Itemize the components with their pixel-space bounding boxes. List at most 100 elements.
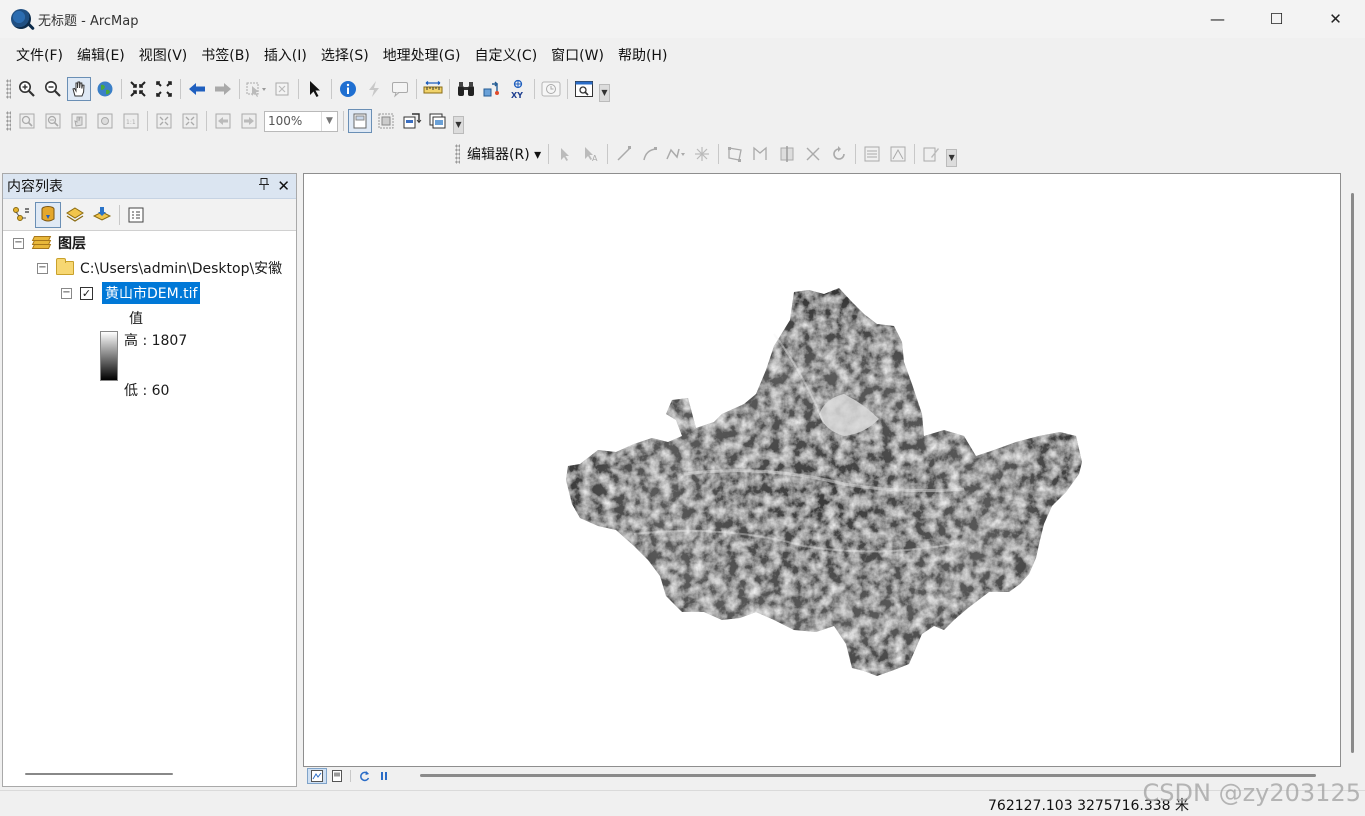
rotate-tool-icon[interactable] — [827, 142, 851, 166]
zoom-100-icon[interactable]: 1:1 — [119, 109, 143, 133]
separator — [298, 79, 299, 99]
fixed-zoom-in-icon[interactable] — [126, 77, 150, 101]
back-arrow-icon[interactable] — [185, 77, 209, 101]
fixed-zoom-out-icon[interactable] — [152, 77, 176, 101]
close-button[interactable]: ✕ — [1306, 0, 1365, 38]
collapse-icon[interactable]: − — [37, 262, 48, 274]
menu-windows[interactable]: 窗口(W) — [544, 43, 611, 69]
identify-icon[interactable] — [336, 77, 360, 101]
select-elements-icon[interactable] — [303, 77, 327, 101]
zoom-in-icon[interactable] — [15, 77, 39, 101]
scroll-thumb[interactable] — [1351, 193, 1354, 753]
menu-view[interactable]: 视图(V) — [132, 43, 195, 69]
layout-toolbar: 1:1 100% ▼ ▼ — [0, 107, 464, 135]
map-horizontal-scrollbar[interactable] — [420, 774, 1316, 777]
layout-zoom-select[interactable]: 100% ▼ — [264, 110, 338, 132]
cut-polygons-icon[interactable] — [775, 142, 799, 166]
edit-vertices-icon[interactable] — [723, 142, 747, 166]
layout-back-icon[interactable] — [211, 109, 235, 133]
minimize-button[interactable]: — — [1188, 0, 1247, 38]
menu-bookmarks[interactable]: 书签(B) — [194, 43, 257, 69]
menu-geoprocessing[interactable]: 地理处理(G) — [376, 43, 468, 69]
pan-hand-icon[interactable] — [67, 77, 91, 101]
straight-segment-icon[interactable] — [612, 142, 636, 166]
separator — [416, 79, 417, 99]
toc-options-icon[interactable] — [123, 202, 149, 228]
fixed-zoom-in-layout-icon[interactable] — [152, 109, 176, 133]
attributes-icon[interactable] — [860, 142, 884, 166]
trace-icon[interactable] — [664, 142, 688, 166]
refresh-icon[interactable] — [354, 768, 374, 784]
layout-zoom-in-icon[interactable] — [15, 109, 39, 133]
data-view-icon[interactable] — [307, 768, 327, 784]
map-vertical-scrollbar[interactable] — [1343, 173, 1363, 767]
pause-drawing-icon[interactable] — [374, 768, 394, 784]
menu-edit[interactable]: 编辑(E) — [70, 43, 132, 69]
map-display[interactable] — [303, 173, 1341, 767]
fixed-zoom-out-layout-icon[interactable] — [178, 109, 202, 133]
window-title: 无标题 - ArcMap — [38, 13, 139, 29]
layout-forward-icon[interactable] — [237, 109, 261, 133]
point-icon[interactable] — [690, 142, 714, 166]
end-point-arc-icon[interactable] — [638, 142, 662, 166]
tree-row-layers[interactable]: − 图层 — [13, 232, 86, 254]
chevron-down-icon[interactable]: ▼ — [321, 111, 337, 131]
create-features-icon[interactable] — [919, 142, 943, 166]
list-by-visibility-icon[interactable] — [62, 202, 88, 228]
layout-zoom-out-icon[interactable] — [41, 109, 65, 133]
layer-name-label[interactable]: 黄山市DEM.tif — [102, 282, 201, 304]
close-icon[interactable]: ✕ — [277, 177, 290, 195]
reshape-feature-icon[interactable] — [749, 142, 773, 166]
measure-icon[interactable] — [421, 77, 445, 101]
find-binoculars-icon[interactable] — [454, 77, 478, 101]
pin-icon[interactable] — [259, 178, 270, 194]
change-layout-icon[interactable] — [400, 109, 424, 133]
forward-arrow-icon[interactable] — [211, 77, 235, 101]
find-route-icon[interactable] — [480, 77, 504, 101]
globe-icon[interactable] — [93, 77, 117, 101]
separator — [548, 144, 550, 164]
edit-annotation-icon[interactable]: A — [579, 142, 603, 166]
create-viewer-window-icon[interactable] — [572, 77, 596, 101]
list-by-drawing-order-icon[interactable] — [8, 202, 34, 228]
tree-row-layer[interactable]: − ✓ 黄山市DEM.tif — [61, 282, 201, 304]
go-to-xy-icon[interactable]: XY — [506, 77, 530, 101]
tree-row-folder[interactable]: − C:\Users\admin\Desktop\安徽 — [37, 257, 282, 279]
layout-view-icon[interactable] — [327, 768, 347, 784]
menu-selection[interactable]: 选择(S) — [314, 43, 376, 69]
sketch-properties-icon[interactable] — [886, 142, 910, 166]
select-features-icon[interactable] — [244, 77, 268, 101]
toolbar-overflow-icon[interactable]: ▼ — [453, 116, 464, 134]
split-tool-icon[interactable] — [801, 142, 825, 166]
collapse-icon[interactable]: − — [13, 237, 24, 249]
toolbar-grip[interactable] — [6, 111, 11, 131]
list-by-source-icon[interactable] — [35, 201, 61, 228]
toolbar-grip[interactable] — [6, 79, 11, 99]
time-slider-icon[interactable] — [539, 77, 563, 101]
layers-icon — [31, 235, 52, 251]
html-popup-icon[interactable] — [388, 77, 412, 101]
maximize-button[interactable]: ☐ — [1247, 0, 1306, 38]
toggle-draft-mode-icon[interactable] — [348, 109, 372, 133]
menu-file[interactable]: 文件(F) — [9, 43, 70, 69]
layout-pan-icon[interactable] — [67, 109, 91, 133]
menu-insert[interactable]: 插入(I) — [257, 43, 314, 69]
toc-toolbar — [3, 199, 296, 231]
menu-customize[interactable]: 自定义(C) — [467, 43, 544, 69]
editor-menu-button[interactable]: 编辑器(R) ▾ — [463, 144, 545, 164]
edit-tool-icon[interactable] — [553, 142, 577, 166]
menu-help[interactable]: 帮助(H) — [611, 43, 674, 69]
toolbar-overflow-icon[interactable]: ▼ — [946, 149, 958, 167]
zoom-whole-page-icon[interactable] — [93, 109, 117, 133]
toolbar-overflow-icon[interactable]: ▼ — [599, 84, 610, 102]
data-driven-pages-icon[interactable] — [426, 109, 450, 133]
toolbar-grip[interactable] — [455, 144, 460, 164]
hyperlink-icon[interactable] — [362, 77, 386, 101]
layer-visibility-checkbox[interactable]: ✓ — [80, 286, 93, 300]
zoom-out-icon[interactable] — [41, 77, 65, 101]
list-by-selection-icon[interactable] — [89, 202, 115, 228]
clear-selection-icon[interactable] — [270, 77, 294, 101]
focus-data-frame-icon[interactable] — [374, 109, 398, 133]
collapse-icon[interactable]: − — [61, 287, 72, 299]
toc-horizontal-scrollbar[interactable] — [25, 773, 173, 775]
